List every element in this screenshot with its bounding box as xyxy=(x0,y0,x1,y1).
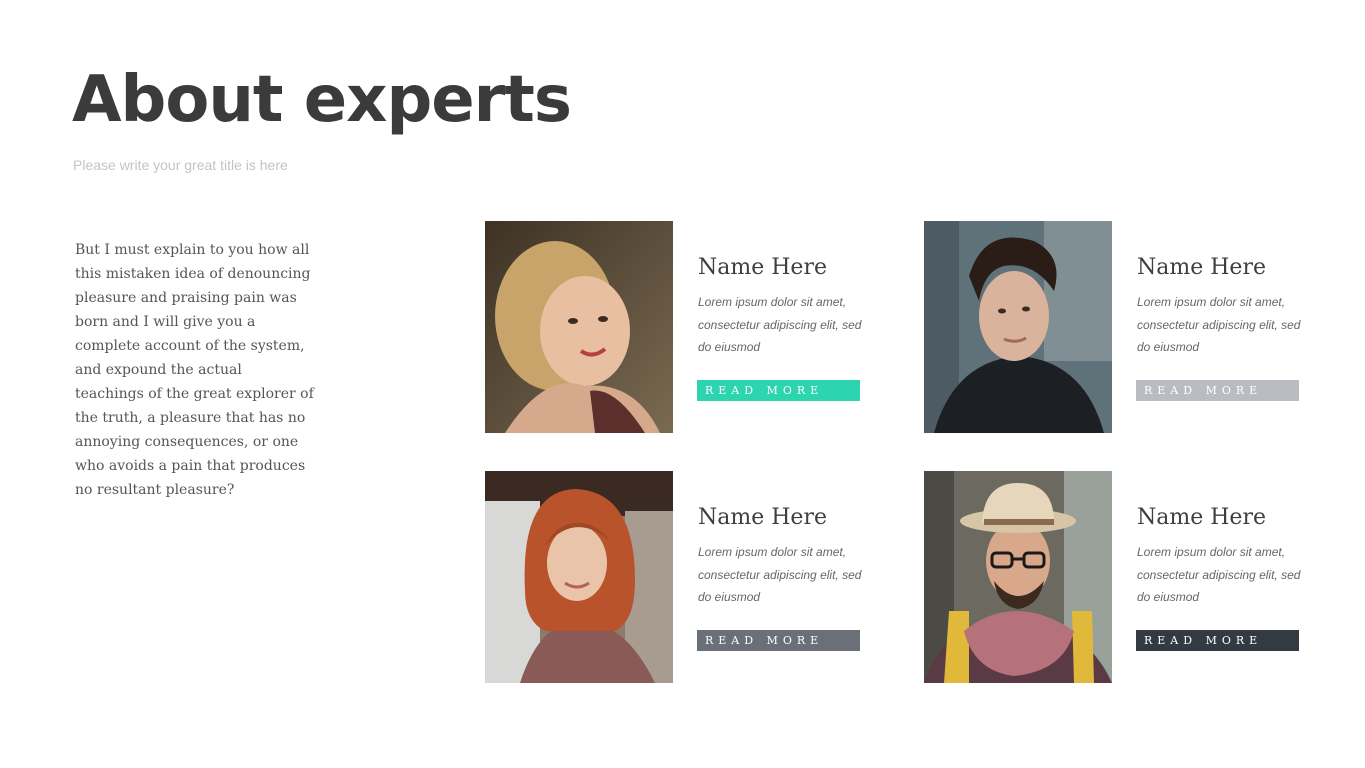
expert-card: Name Here Lorem ipsum dolor sit amet, co… xyxy=(485,471,905,683)
expert-description: Lorem ipsum dolor sit amet, consectetur … xyxy=(698,545,862,604)
expert-name: Name Here xyxy=(1137,505,1266,530)
read-more-button[interactable]: READ MORE xyxy=(1136,380,1299,401)
page-title: About experts xyxy=(72,63,572,137)
read-more-button[interactable]: READ MORE xyxy=(1136,630,1299,651)
expert-photo xyxy=(924,221,1112,433)
expert-photo xyxy=(485,471,673,683)
expert-card: Name Here Lorem ipsum dolor sit amet, co… xyxy=(924,471,1344,683)
expert-description: Lorem ipsum dolor sit amet, consectetur … xyxy=(1137,545,1301,604)
read-more-button[interactable]: READ MORE xyxy=(697,380,860,401)
expert-description: Lorem ipsum dolor sit amet, consectetur … xyxy=(1137,295,1301,354)
page-subtitle: Please write your great title is here xyxy=(73,157,288,173)
expert-card: Name Here Lorem ipsum dolor sit amet, co… xyxy=(924,221,1344,433)
read-more-button[interactable]: READ MORE xyxy=(697,630,860,651)
expert-name: Name Here xyxy=(698,505,827,530)
expert-description: Lorem ipsum dolor sit amet, consectetur … xyxy=(698,295,862,354)
expert-card: Name Here Lorem ipsum dolor sit amet, co… xyxy=(485,221,905,433)
intro-paragraph: But I must explain to you how all this m… xyxy=(75,242,314,498)
expert-name: Name Here xyxy=(1137,255,1266,280)
expert-name: Name Here xyxy=(698,255,827,280)
expert-photo xyxy=(924,471,1112,683)
expert-photo xyxy=(485,221,673,433)
